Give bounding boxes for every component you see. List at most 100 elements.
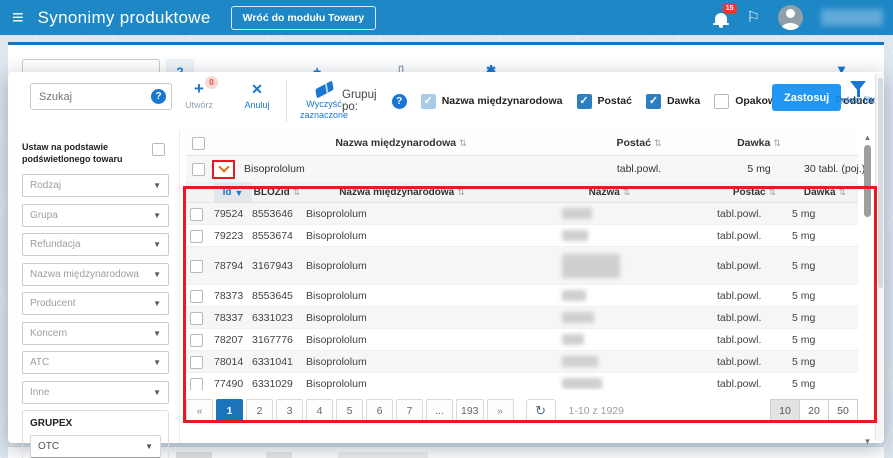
row-checkbox[interactable] [190, 312, 203, 325]
results-range-label: 1-10 z 1929 [569, 405, 624, 417]
filters-sidebar: Ustaw na podstawie podświetlonego towaru… [8, 130, 180, 443]
col-nazwa-miedzynarodowa[interactable]: Nazwa międzynarodowa⇅ [238, 137, 564, 149]
modal-toolbar: ? + Utwórz 0 ✕ Anuluj Wyczyść zaznaczone… [8, 72, 884, 130]
checkbox-opakowanie[interactable] [714, 94, 729, 109]
scrollbar-thumb[interactable] [864, 145, 871, 217]
user-avatar[interactable] [778, 5, 803, 30]
scroll-down-icon[interactable]: ▼ [862, 437, 873, 447]
background-page-button [266, 452, 292, 458]
page-button-1[interactable]: 1 [216, 399, 243, 423]
modal-scrollbar[interactable] [875, 74, 884, 441]
filter-select-koncern[interactable]: Koncern▼ [22, 322, 169, 345]
scroll-up-icon[interactable]: ▲ [862, 133, 873, 143]
filter-select-rodzaj[interactable]: Rodzaj▼ [22, 174, 169, 197]
chevron-down-icon: ▼ [153, 358, 161, 367]
col-sub-postac[interactable]: Postać⇅ [717, 187, 792, 198]
table-scrollbar[interactable]: ▲ ▼ [862, 133, 873, 385]
highlight-product-checkbox[interactable] [152, 143, 165, 156]
scrollbar-thumb[interactable] [878, 78, 883, 288]
group-by-label: Grupuj po: [342, 89, 383, 113]
table-row[interactable]: 78014 6331041 Bisoprololum tabl.powl. 5 … [186, 351, 858, 373]
filter-select-refundacja[interactable]: Refundacja▼ [22, 233, 169, 256]
search-input[interactable] [31, 91, 151, 103]
col-sub-nazwa-miedzynarodowa[interactable]: Nazwa międzynarodowa⇅ [302, 187, 502, 198]
checkbox-nazwa-miedzynarodowa[interactable]: ✓ [421, 94, 436, 109]
prev-page-button[interactable]: « [186, 399, 213, 423]
group-option-dawka: ✓ Dawka [646, 94, 700, 109]
grupex-select-otc[interactable]: OTC▼ [30, 435, 161, 458]
notifications-button[interactable]: 15 [713, 10, 729, 26]
filter-select-nazwa-miedzynarodowa[interactable]: Nazwa międzynarodowa▼ [22, 263, 169, 286]
menu-icon[interactable]: ≡ [12, 8, 24, 28]
group-row-checkbox[interactable] [192, 163, 205, 176]
page-button-3[interactable]: 3 [276, 399, 303, 423]
row-checkbox[interactable] [190, 230, 203, 243]
page-size-10[interactable]: 10 [770, 399, 800, 423]
checkbox-postac[interactable]: ✓ [577, 94, 592, 109]
page-button-6[interactable]: 6 [366, 399, 393, 423]
col-nazwa[interactable]: Nazwa⇅ [502, 187, 717, 198]
next-page-button[interactable]: » [487, 399, 514, 423]
page-title: Synonimy produktowe [38, 8, 211, 28]
flag-icon[interactable]: ⚐ [747, 10, 760, 25]
redacted-text [562, 356, 598, 367]
page-button-5[interactable]: 5 [336, 399, 363, 423]
row-checkbox[interactable] [190, 356, 203, 369]
expand-group-button[interactable] [212, 160, 235, 179]
row-checkbox[interactable] [190, 334, 203, 347]
filter-select-inne[interactable]: Inne▼ [22, 381, 169, 404]
page-size-50[interactable]: 50 [828, 399, 858, 423]
col-dawka[interactable]: Dawka⇅ [714, 137, 804, 149]
background-page-button [338, 452, 428, 458]
group-table-header: Nazwa międzynarodowa⇅ Postać⇅ Dawka⇅ [186, 130, 858, 156]
table-row[interactable]: 79223 8553674 Bisoprololum tabl.powl. 5 … [186, 225, 858, 247]
chevron-down-icon: ▼ [153, 388, 161, 397]
group-option-nazwa-miedzynarodowa: ✓ Nazwa międzynarodowa [421, 94, 563, 109]
grupex-section: GRUPEX OTC▼ [22, 410, 169, 458]
sub-table-header: Id▼ BLOZid⇅ Nazwa międzynarodowa⇅ Nazwa⇅… [186, 183, 858, 203]
page-button-7[interactable]: 7 [396, 399, 423, 423]
create-button[interactable]: + Utwórz 0 [172, 80, 226, 111]
background-card: ? + ▯ ✱ ▼ [8, 42, 884, 73]
group-postac: tabl.powl. [564, 163, 714, 175]
group-row[interactable]: Bisoprololum tabl.powl. 5 mg 30 tabl. (p… [186, 156, 858, 183]
toolbar-divider [286, 80, 287, 122]
back-to-goods-button[interactable]: Wróć do modułu Towary [231, 6, 377, 30]
row-checkbox[interactable] [190, 290, 203, 303]
select-all-checkbox[interactable] [192, 137, 205, 150]
col-id-sorted[interactable]: Id▼ [214, 183, 252, 202]
page-size-group: 10 20 50 [771, 399, 858, 423]
col-sub-dawka[interactable]: Dawka⇅ [792, 187, 858, 198]
refresh-button[interactable]: ↻ [526, 399, 556, 423]
col-postac[interactable]: Postać⇅ [564, 137, 714, 149]
sort-desc-icon: ▼ [234, 188, 243, 198]
page-ellipsis[interactable]: ... [426, 399, 453, 423]
table-row[interactable]: 78337 6331023 Bisoprololum tabl.powl. 5 … [186, 307, 858, 329]
chevron-down-icon: ▼ [145, 442, 153, 451]
cancel-button[interactable]: ✕ Anuluj [230, 80, 284, 111]
col-blozid[interactable]: BLOZid⇅ [252, 187, 302, 198]
row-checkbox[interactable] [190, 208, 203, 221]
group-nazwa: Bisoprololum [238, 163, 564, 175]
redacted-text [562, 290, 586, 301]
page-size-20[interactable]: 20 [799, 399, 829, 423]
row-checkbox[interactable] [190, 260, 203, 273]
table-row[interactable]: 79524 8553646 Bisoprololum tabl.powl. 5 … [186, 203, 858, 225]
redacted-text [562, 334, 584, 345]
checkbox-dawka[interactable]: ✓ [646, 94, 661, 109]
table-row[interactable]: 78794 3167943 Bisoprololum tabl.powl. 5 … [186, 247, 858, 285]
filter-select-producent[interactable]: Producent▼ [22, 292, 169, 315]
row-checkbox[interactable] [190, 378, 203, 391]
redacted-text [562, 230, 588, 241]
filter-select-atc[interactable]: ATC▼ [22, 351, 169, 374]
search-help-icon[interactable]: ? [151, 89, 166, 104]
table-row[interactable]: 78207 3167776 Bisoprololum tabl.powl. 5 … [186, 329, 858, 351]
page-button-2[interactable]: 2 [246, 399, 273, 423]
background-help-icon: ? [166, 59, 194, 73]
table-row[interactable]: 78373 8553645 Bisoprololum tabl.powl. 5 … [186, 285, 858, 307]
group-by-help-icon[interactable]: ? [392, 94, 407, 109]
page-button-4[interactable]: 4 [306, 399, 333, 423]
filter-select-grupa[interactable]: Grupa▼ [22, 204, 169, 227]
chevron-down-icon: ▼ [153, 240, 161, 249]
page-button-last[interactable]: 193 [456, 399, 484, 423]
